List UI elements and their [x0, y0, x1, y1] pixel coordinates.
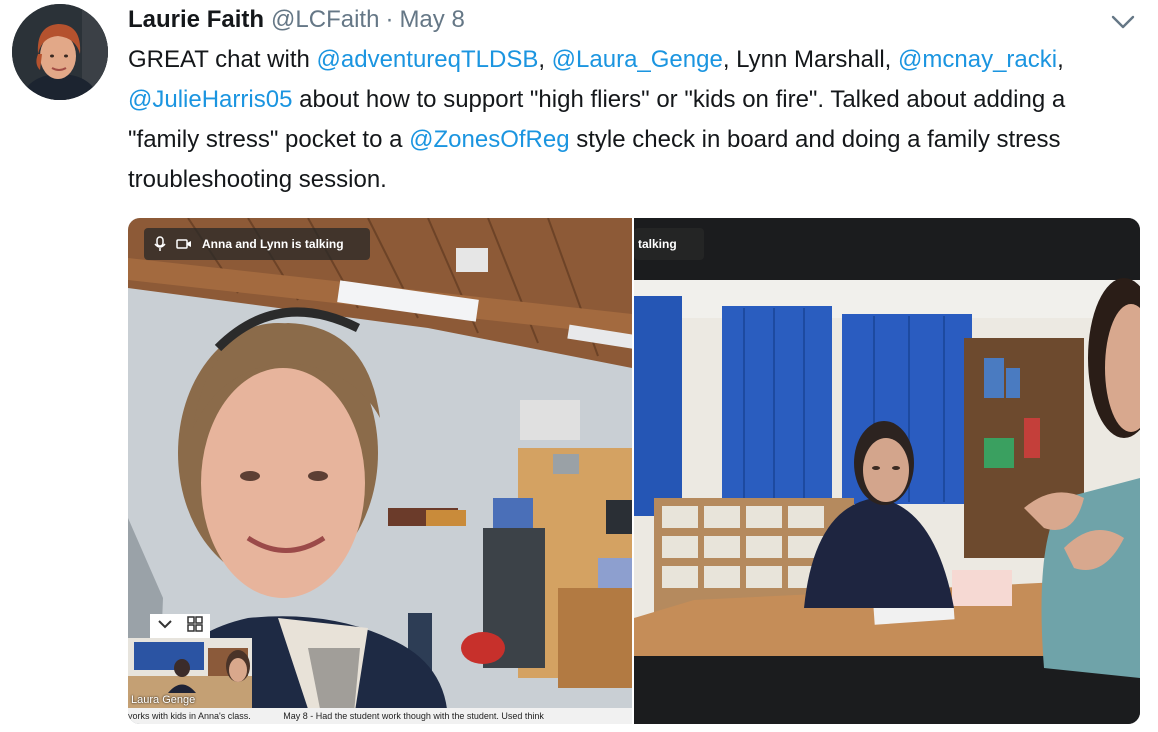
- speaker-overlay: Anna and Lynn is talking: [144, 228, 370, 260]
- tweet-text: GREAT chat with @adventureqTLDSB, @Laura…: [128, 40, 1128, 200]
- caption-text-a: vorks with kids in Anna's class.: [128, 711, 251, 721]
- participant-thumbnail[interactable]: Laura Genge: [128, 638, 252, 708]
- tweet-text-segment: ,: [1057, 46, 1064, 73]
- mention-link[interactable]: @JulieHarris05: [128, 86, 292, 113]
- avatar-image: [12, 4, 108, 100]
- header-separator: ·: [385, 6, 394, 33]
- video-camera-icon: [176, 238, 192, 250]
- chevron-down-icon[interactable]: [157, 617, 173, 635]
- tweet-text-segment: GREAT chat with: [128, 46, 317, 73]
- tweet-text-segment: , Lynn Marshall,: [722, 46, 899, 73]
- mention-link[interactable]: @adventureqTLDSB: [317, 46, 539, 73]
- tweet-media[interactable]: Anna and Lynn is talking Laura Genge vor…: [128, 218, 1140, 724]
- author-name[interactable]: Laurie Faith: [128, 6, 264, 34]
- chevron-down-icon[interactable]: [1110, 12, 1136, 32]
- mention-link[interactable]: @ZonesOfReg: [409, 126, 569, 153]
- video-call-screenshot-right: talking: [634, 218, 1140, 724]
- speaker-overlay-partial: talking: [634, 228, 704, 260]
- tweet-header: Laurie Faith @LCFaith · May 8: [128, 4, 465, 36]
- tweet-date[interactable]: May 8: [399, 6, 464, 34]
- mic-icon: [154, 236, 166, 252]
- thumbnail-label: Laura Genge: [131, 694, 196, 706]
- mention-link[interactable]: @Laura_Genge: [552, 46, 723, 73]
- caption-strip: vorks with kids in Anna's class. May 8 -…: [128, 708, 632, 724]
- author-avatar[interactable]: [12, 4, 108, 100]
- mention-link[interactable]: @mcnay_racki: [898, 46, 1057, 73]
- video-call-screenshot-left: Anna and Lynn is talking Laura Genge vor…: [128, 218, 632, 724]
- thumbnail-controls: [150, 614, 210, 638]
- caption-text-b: May 8 - Had the student work though with…: [283, 711, 544, 721]
- grid-icon[interactable]: [187, 615, 203, 637]
- tweet-text-segment: ,: [538, 46, 552, 73]
- speaker-status-text: Anna and Lynn is talking: [202, 237, 344, 251]
- classroom-meeting-image: [634, 218, 1140, 724]
- author-handle[interactable]: @LCFaith: [271, 6, 379, 34]
- speaker-status-text-partial: talking: [638, 237, 677, 251]
